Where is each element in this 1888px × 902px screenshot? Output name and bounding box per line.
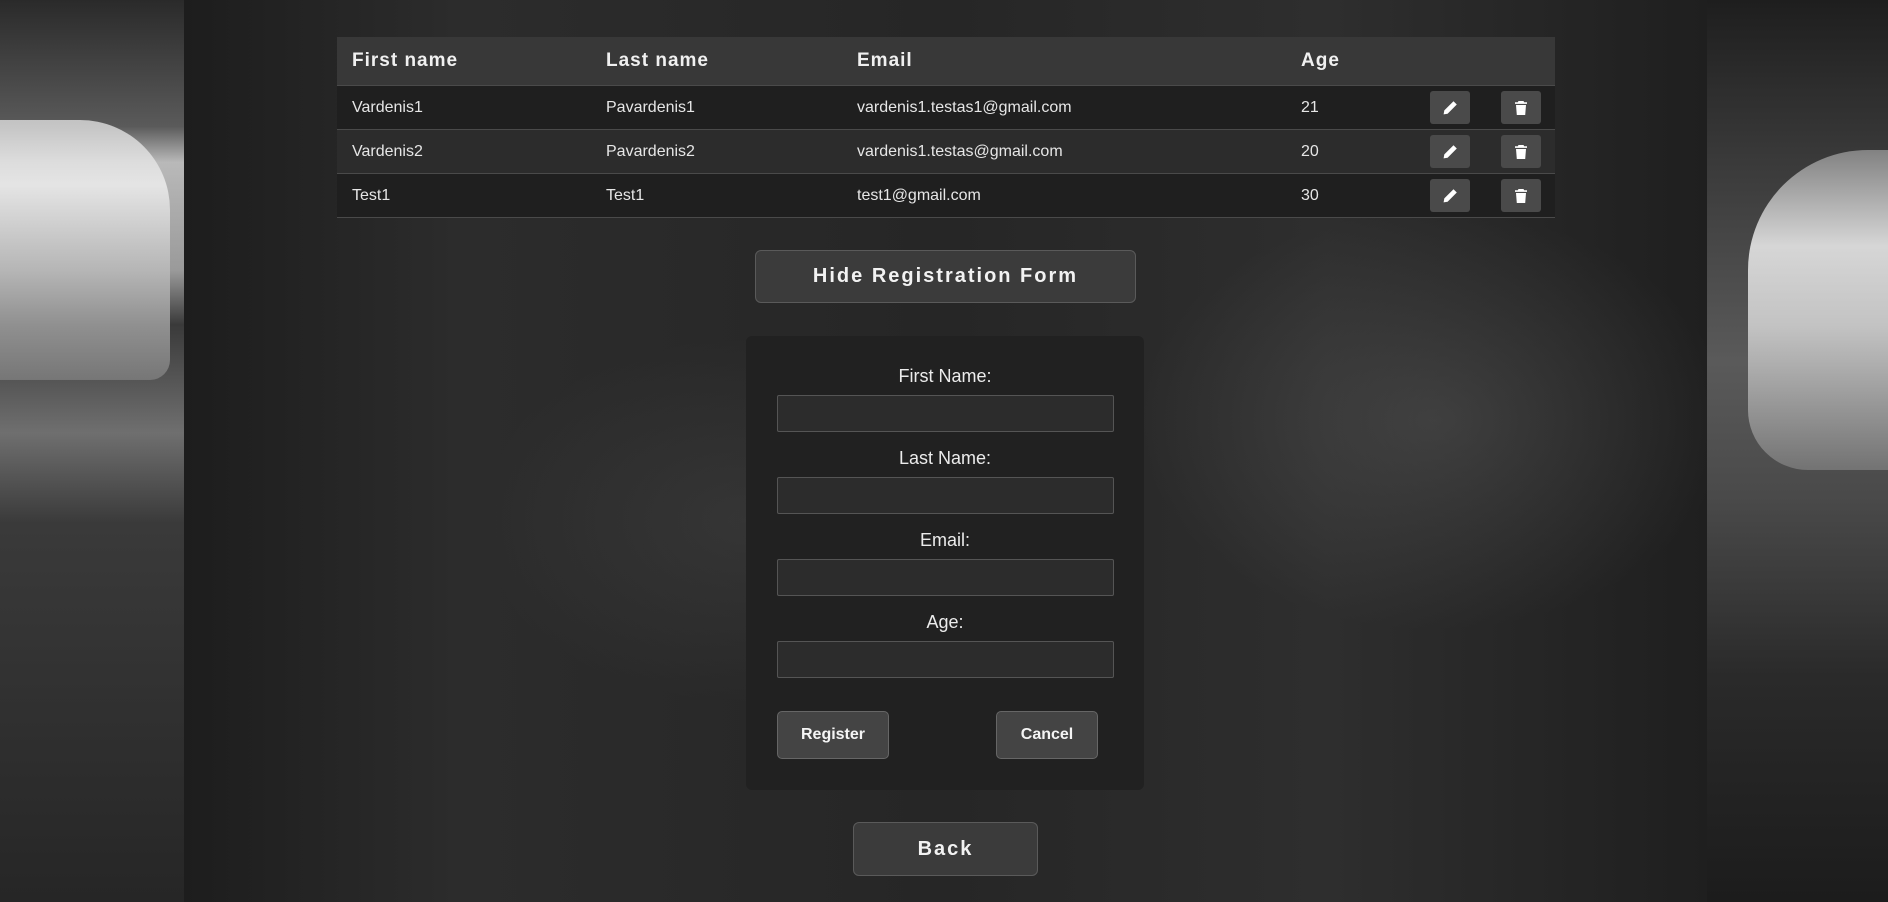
- trash-icon: [1515, 144, 1527, 159]
- column-header-last-name: Last name: [591, 37, 842, 86]
- register-button[interactable]: Register: [777, 711, 889, 759]
- delete-button[interactable]: [1501, 91, 1541, 124]
- cell-email: vardenis1.testas@gmail.com: [842, 129, 1286, 174]
- edit-icon: [1443, 144, 1457, 158]
- edit-button[interactable]: [1430, 179, 1470, 212]
- trash-icon: [1515, 188, 1527, 203]
- back-button[interactable]: Back: [853, 822, 1038, 876]
- cell-email: test1@gmail.com: [842, 173, 1286, 218]
- email-label: Email:: [919, 530, 970, 550]
- last-name-label: Last Name:: [898, 448, 992, 468]
- column-header-age: Age: [1286, 37, 1415, 86]
- cell-age: 20: [1286, 129, 1415, 174]
- column-header-delete: [1486, 37, 1555, 86]
- cell-edit: [1415, 173, 1486, 218]
- cancel-button[interactable]: Cancel: [996, 711, 1098, 759]
- cell-edit: [1415, 85, 1486, 130]
- toggle-registration-form-button[interactable]: Hide Registration Form: [755, 250, 1136, 303]
- last-name-input[interactable]: [777, 477, 1114, 514]
- table-row: Vardenis1 Pavardenis1 vardenis1.testas1@…: [337, 85, 1555, 130]
- column-header-email: Email: [842, 37, 1286, 86]
- age-input[interactable]: [777, 641, 1114, 678]
- table-row: Vardenis2 Pavardenis2 vardenis1.testas@g…: [337, 129, 1555, 174]
- age-label: Age:: [926, 612, 964, 632]
- cell-edit: [1415, 129, 1486, 174]
- first-name-label: First Name:: [898, 366, 992, 386]
- registration-form: First Name: Last Name: Email: Age: Regis…: [746, 336, 1144, 790]
- cell-age: 21: [1286, 85, 1415, 130]
- cell-email: vardenis1.testas1@gmail.com: [842, 85, 1286, 130]
- email-input[interactable]: [777, 559, 1114, 596]
- edit-icon: [1443, 188, 1457, 202]
- cell-delete: [1486, 85, 1555, 130]
- users-table: First name Last name Email Age Vardenis1…: [337, 37, 1555, 218]
- cell-age: 30: [1286, 173, 1415, 218]
- table-row: Test1 Test1 test1@gmail.com 30: [337, 173, 1555, 218]
- cell-first-name: Vardenis2: [337, 129, 591, 174]
- column-header-first-name: First name: [337, 37, 591, 86]
- cell-first-name: Test1: [337, 173, 591, 218]
- table-header-row: First name Last name Email Age: [337, 37, 1555, 86]
- edit-button[interactable]: [1430, 135, 1470, 168]
- delete-button[interactable]: [1501, 179, 1541, 212]
- edit-button[interactable]: [1430, 91, 1470, 124]
- delete-button[interactable]: [1501, 135, 1541, 168]
- cell-delete: [1486, 129, 1555, 174]
- column-header-edit: [1415, 37, 1486, 86]
- page-content: First name Last name Email Age Vardenis1…: [0, 0, 1888, 902]
- cell-delete: [1486, 173, 1555, 218]
- edit-icon: [1443, 100, 1457, 114]
- cell-last-name: Test1: [591, 173, 842, 218]
- first-name-input[interactable]: [777, 395, 1114, 432]
- trash-icon: [1515, 100, 1527, 115]
- cell-first-name: Vardenis1: [337, 85, 591, 130]
- cell-last-name: Pavardenis2: [591, 129, 842, 174]
- cell-last-name: Pavardenis1: [591, 85, 842, 130]
